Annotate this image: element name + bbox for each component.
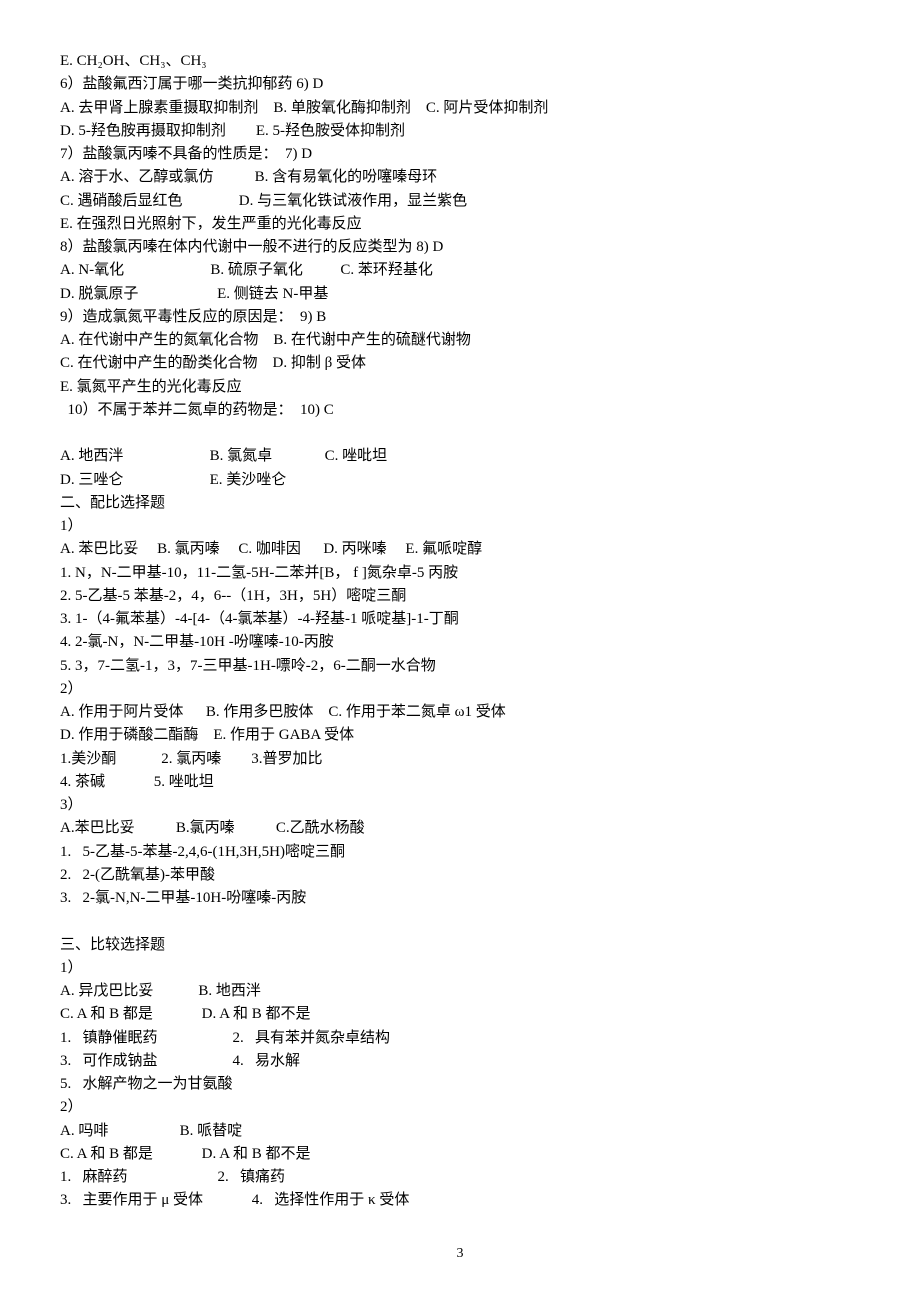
text-line: A. 作用于阿片受体 B. 作用多巴胺体 C. 作用于苯二氮卓 ω1 受体 — [60, 701, 860, 724]
text-line — [60, 422, 860, 445]
text-line: C. A 和 B 都是 D. A 和 B 都不是 — [60, 1003, 860, 1026]
text-line: 2. 2-(乙酰氧基)-苯甲酸 — [60, 864, 860, 887]
text-line: 3. 主要作用于 μ 受体 4. 选择性作用于 κ 受体 — [60, 1189, 860, 1212]
text-line: A. 地西泮 B. 氯氮卓 C. 唑吡坦 — [60, 445, 860, 468]
text-line: 1.美沙酮 2. 氯丙嗪 3.普罗加比 — [60, 748, 860, 771]
text-line: 2） — [60, 678, 860, 701]
text-line: 5. 水解产物之一为甘氨酸 — [60, 1073, 860, 1096]
text-line — [60, 910, 860, 933]
text-line: E. 氯氮平产生的光化毒反应 — [60, 376, 860, 399]
text-line: 2） — [60, 1096, 860, 1119]
text-line: 5. 3，7-二氢-1，3，7-三甲基-1H-嘌呤-2，6-二酮一水合物 — [60, 655, 860, 678]
text-line: 6）盐酸氟西汀属于哪一类抗抑郁药 6) D — [60, 73, 860, 96]
text-line: D. 5-羟色胺再摄取抑制剂 E. 5-羟色胺受体抑制剂 — [60, 120, 860, 143]
text-line: 1. 镇静催眠药 2. 具有苯并氮杂卓结构 — [60, 1027, 860, 1050]
text-line: 4. 茶碱 5. 唑吡坦 — [60, 771, 860, 794]
text-line: 4. 2-氯-N，N-二甲基-10H -吩噻嗪-10-丙胺 — [60, 631, 860, 654]
text-line: 1. N，N-二甲基-10，11-二氢-5H-二苯并[B， f ]氮杂卓-5 丙… — [60, 562, 860, 585]
text-line: A. 在代谢中产生的氮氧化合物 B. 在代谢中产生的硫醚代谢物 — [60, 329, 860, 352]
text-line: 3） — [60, 794, 860, 817]
page-number: 3 — [60, 1243, 860, 1265]
text-line: 1） — [60, 515, 860, 538]
text-line: 三、比较选择题 — [60, 934, 860, 957]
text-line: A. 异戊巴比妥 B. 地西泮 — [60, 980, 860, 1003]
text-line: D. 三唑仑 E. 美沙唑仑 — [60, 469, 860, 492]
text-line: A. N-氧化 B. 硫原子氧化 C. 苯环羟基化 — [60, 259, 860, 282]
document-body: E. CH₂OH、CH₃、CH₃6）盐酸氟西汀属于哪一类抗抑郁药 6) DA. … — [60, 50, 860, 1213]
text-line: E. 在强烈日光照射下，发生严重的光化毒反应 — [60, 213, 860, 236]
text-line: 1. 5-乙基-5-苯基-2,4,6-(1H,3H,5H)嘧啶三酮 — [60, 841, 860, 864]
text-line: D. 作用于磷酸二酯酶 E. 作用于 GABA 受体 — [60, 724, 860, 747]
text-line: A. 苯巴比妥 B. 氯丙嗪 C. 咖啡因 D. 丙咪嗪 E. 氟哌啶醇 — [60, 538, 860, 561]
text-line: 10）不属于苯并二氮卓的药物是： 10) C — [60, 399, 860, 422]
text-line: C. 遇硝酸后显红色 D. 与三氧化铁试液作用，显兰紫色 — [60, 190, 860, 213]
text-line: 3. 可作成钠盐 4. 易水解 — [60, 1050, 860, 1073]
text-line: A. 去甲肾上腺素重摄取抑制剂 B. 单胺氧化酶抑制剂 C. 阿片受体抑制剂 — [60, 97, 860, 120]
text-line: 1. 麻醉药 2. 镇痛药 — [60, 1166, 860, 1189]
text-line: C. 在代谢中产生的酚类化合物 D. 抑制 β 受体 — [60, 352, 860, 375]
text-line: D. 脱氯原子 E. 侧链去 N-甲基 — [60, 283, 860, 306]
text-line: 9）造成氯氮平毒性反应的原因是： 9) B — [60, 306, 860, 329]
text-line: A. 吗啡 B. 哌替啶 — [60, 1120, 860, 1143]
text-line: A.苯巴比妥 B.氯丙嗪 C.乙酰水杨酸 — [60, 817, 860, 840]
text-line: 1） — [60, 957, 860, 980]
text-line: 二、配比选择题 — [60, 492, 860, 515]
text-line: 3. 2-氯-N,N-二甲基-10H-吩噻嗪-丙胺 — [60, 887, 860, 910]
text-line: 7）盐酸氯丙嗪不具备的性质是： 7) D — [60, 143, 860, 166]
text-line: 3. 1-（4-氟苯基）-4-[4-（4-氯苯基）-4-羟基-1 哌啶基]-1-… — [60, 608, 860, 631]
text-line: E. CH₂OH、CH₃、CH₃ — [60, 50, 860, 73]
text-line: A. 溶于水、乙醇或氯仿 B. 含有易氧化的吩噻嗪母环 — [60, 166, 860, 189]
text-line: 8）盐酸氯丙嗪在体内代谢中一般不进行的反应类型为 8) D — [60, 236, 860, 259]
text-line: 2. 5-乙基-5 苯基-2，4，6--（1H，3H，5H）嘧啶三酮 — [60, 585, 860, 608]
text-line: C. A 和 B 都是 D. A 和 B 都不是 — [60, 1143, 860, 1166]
